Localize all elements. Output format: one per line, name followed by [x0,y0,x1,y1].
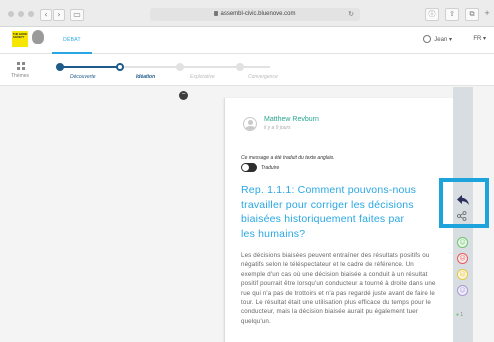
sentiment-disagree-icon[interactable]: ☹ [457,253,468,264]
translate-toggle-label: Traduire [261,165,280,171]
phase-progress: Thèmes Découverte Idéation Explorative C… [0,54,494,86]
sentiment-more-info-icon[interactable]: ☺ [457,285,468,296]
lock-icon [214,11,219,16]
chevron-down-icon: ▾ [482,36,486,42]
new-tab-button[interactable]: + [481,8,493,21]
sentiment-count: ● 1 [456,312,464,318]
highlight-box [439,178,489,228]
site-logo[interactable]: THE GOOD SOCIETY [12,31,28,47]
user-icon [423,35,432,43]
back-button[interactable]: ‹ [40,9,52,21]
close-window-button[interactable] [8,11,14,17]
share-button[interactable]: ⇧ [445,8,459,21]
partner-logo [32,30,44,44]
step-node-convergence[interactable] [236,63,244,71]
reload-icon[interactable]: ↻ [348,8,354,21]
language-label: FR [473,36,482,42]
user-name: Jean [434,37,448,43]
sentiment-like-icon[interactable]: ☺ [457,237,468,248]
minimize-window-button[interactable] [18,11,24,17]
tab-debat[interactable]: DÉBAT [52,27,92,54]
themes-grid-icon[interactable] [17,62,25,70]
sentiment-dont-understand-icon[interactable]: ☹ [457,269,468,280]
chevron-down-icon: ▾ [448,37,452,43]
themes-label[interactable]: Thèmes [11,73,29,79]
post-title: Rep. 1.1.1: Comment pouvons-nous travail… [241,184,417,240]
post-body: Les décisions biaisées peuvent entraîner… [241,252,436,325]
step-label-decouverte[interactable]: Découverte [70,74,96,80]
tabs-button[interactable]: ⧉ [465,8,479,21]
step-label-explorative[interactable]: Explorative [190,74,215,80]
translate-toggle[interactable] [241,163,257,172]
address-bar[interactable]: assembl-civic.bluenove.com ↻ [150,8,360,21]
progress-track-done [60,66,120,68]
info-button[interactable]: ⓘ [425,8,439,21]
user-menu[interactable]: Jean ▾ [423,35,452,43]
author-name[interactable]: Matthew Revburn [264,116,319,123]
step-node-decouverte[interactable] [56,63,64,71]
url-text: assembl-civic.bluenove.com [220,11,296,17]
app-header: THE GOOD SOCIETY DÉBAT Jean ▾ FR ▾ [0,27,494,54]
step-node-ideation[interactable] [116,63,124,71]
step-label-ideation[interactable]: Idéation [136,74,155,80]
maximize-window-button[interactable] [28,11,34,17]
step-label-convergence[interactable]: Convergence [248,74,278,80]
progress-track-todo [120,66,270,68]
browser-toolbar: ‹ › ▭ assembl-civic.bluenove.com ↻ ⓘ ⇧ ⧉… [0,0,494,27]
main-content: − Matthew Revburn il y a 9 jours Ce mess… [0,87,494,342]
forward-button[interactable]: › [53,9,65,21]
step-node-explorative[interactable] [176,63,184,71]
author-avatar [243,117,257,131]
post-card: Matthew Revburn il y a 9 jours Ce messag… [224,98,454,342]
translation-notice: Ce message a été traduit du texte anglai… [241,155,335,161]
sidebar-toggle-button[interactable]: ▭ [70,9,84,21]
post-timestamp: il y a 9 jours [264,125,291,131]
language-menu[interactable]: FR ▾ [473,35,486,42]
collapse-thread-button[interactable]: − [179,91,188,100]
